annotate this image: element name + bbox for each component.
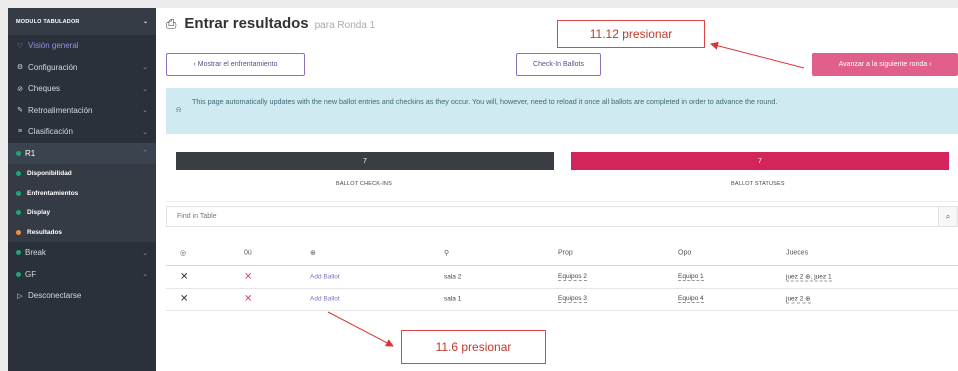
sidebar-item-label: Cheques	[28, 84, 61, 94]
info-alert-text: This page automatically updates with the…	[192, 97, 778, 106]
status-dot	[16, 250, 21, 256]
results-table: ◎ 0ü ⊕ ⚲ Prop Opo Jueces ✕ ✕ Add Ballot …	[166, 240, 958, 311]
table-row: ✕ ✕ Add Ballot sala 2 Equipos 2 Equipo 1…	[166, 266, 958, 289]
status-dot	[16, 210, 21, 216]
gear-icon: ⚙	[16, 64, 24, 72]
advance-round-button[interactable]: Avanzar a la siguiente ronda ›	[812, 53, 958, 76]
page-title-text: Entrar resultados	[184, 15, 309, 32]
app-frame: MODULO TABULADOR ⌄ ♡ Visión general ⚙ Conf…	[8, 8, 958, 371]
table-search[interactable]: Find in Table ⌕	[166, 206, 958, 227]
info-alert: ⍾ This page automatically updates with t…	[166, 88, 958, 134]
search-icon[interactable]: ⌕	[938, 207, 957, 226]
page-title: ⎙ Entrar resultados para Ronda 1	[166, 15, 375, 32]
main-content: ⎙ Entrar resultados para Ronda 1 ‹ Mostr…	[156, 8, 958, 371]
prop-team-cell[interactable]: Equipos 3	[558, 295, 587, 304]
status-dot	[16, 190, 21, 196]
opp-team-cell[interactable]: Equipo 1	[678, 273, 704, 281]
column-header-judges[interactable]: Jueces	[786, 249, 808, 256]
judges-cell[interactable]: juez 2 ⊕, juez 1	[786, 272, 832, 282]
sidebar-item-label: R1	[25, 148, 36, 158]
sidebar-item-break[interactable]: Break ⌄	[8, 242, 156, 264]
column-header[interactable]: 0ü	[244, 249, 252, 256]
search-input[interactable]: Find in Table	[177, 213, 217, 220]
chevron-down-icon: ⌄	[142, 107, 148, 115]
close-icon[interactable]: ✕	[180, 271, 188, 282]
add-ballot-link[interactable]: Add Ballot	[310, 296, 340, 303]
ballot-checkins-bar: 7	[176, 152, 554, 170]
annotation-note-top: 11.12 presionar	[557, 20, 705, 48]
judges-cell[interactable]: juez 2 ⊕	[786, 295, 811, 304]
sidebar-item-label: Visión general	[28, 41, 79, 51]
ranking-icon: ≡	[17, 128, 23, 136]
status-dot	[16, 171, 21, 177]
sidebar-item-feedback[interactable]: ✎ Retroalimentación ⌄	[8, 100, 156, 122]
sidebar-subitem-pairings[interactable]: Enfrentamientos	[8, 183, 156, 203]
close-icon[interactable]: ✕	[244, 271, 252, 282]
show-pairing-button[interactable]: ‹ Mostrar el enfrentamiento	[166, 53, 305, 76]
location-icon[interactable]: ⚲	[444, 249, 449, 257]
check-in-ballots-button[interactable]: Check-In Ballots	[516, 53, 601, 76]
chevron-down-icon: ⌄	[142, 85, 148, 93]
annotation-note-bottom: 11.6 presionar	[401, 330, 546, 364]
close-icon[interactable]: ✕	[180, 294, 188, 305]
ballot-checkins-label: BALLOT CHECK-INS	[336, 181, 392, 187]
logout-icon: ▷	[17, 292, 23, 300]
column-header-prop[interactable]: Prop	[558, 249, 573, 256]
sidebar-item-overview[interactable]: ♡ Visión general	[8, 35, 156, 57]
add-ballot-link[interactable]: Add Ballot	[310, 273, 340, 280]
comment-icon: ✎	[17, 107, 23, 115]
target-icon[interactable]: ◎	[180, 249, 186, 257]
inbox-icon: ⎙	[166, 16, 177, 31]
sidebar-item-checks[interactable]: ⊘ Cheques ⌄	[8, 78, 156, 100]
sidebar-item-r1[interactable]: R1 ⌃	[8, 142, 156, 164]
ballot-statuses-bar: 7	[571, 152, 949, 170]
sidebar-header[interactable]: MODULO TABULADOR ⌄	[8, 8, 156, 35]
sidebar-item-gf[interactable]: GF ⌄	[8, 264, 156, 286]
table-header-row: ◎ 0ü ⊕ ⚲ Prop Opo Jueces	[166, 240, 958, 266]
sidebar-subitem-label: Disponibilidad	[27, 170, 72, 178]
sidebar-subitem-label: Resultados	[27, 228, 63, 236]
sidebar-subitem-results[interactable]: Resultados	[8, 222, 156, 242]
sidebar-item-label: GF	[25, 269, 37, 279]
opp-team-cell[interactable]: Equipo 4	[678, 295, 704, 304]
chevron-down-icon: ⌄	[142, 128, 148, 136]
close-icon[interactable]: ✕	[244, 294, 252, 305]
sidebar: MODULO TABULADOR ⌄ ♡ Visión general ⚙ Conf…	[8, 8, 156, 371]
table-row: ✕ ✕ Add Ballot sala 1 Equipos 3 Equipo 4…	[166, 289, 958, 311]
sidebar-item-logout[interactable]: ▷ Desconectarse	[8, 285, 156, 307]
sidebar-subitem-availability[interactable]: Disponibilidad	[8, 164, 156, 184]
round-status-dot	[16, 150, 21, 156]
status-dot	[16, 271, 21, 277]
page-subtitle: para Ronda 1	[314, 20, 376, 31]
sidebar-subitem-display[interactable]: Display	[8, 203, 156, 223]
chevron-up-icon: ⌃	[142, 150, 148, 158]
room-cell: sala 1	[444, 295, 462, 303]
chevron-down-icon: ⌄	[142, 249, 148, 257]
sidebar-item-ranking[interactable]: ≡ Clasificación ⌄	[8, 121, 156, 143]
check-icon: ⊘	[17, 85, 23, 93]
prop-team-cell[interactable]: Equipos 2	[558, 273, 587, 281]
heart-icon: ♡	[16, 42, 24, 50]
sidebar-item-label: Configuración	[28, 62, 78, 72]
status-dot	[16, 229, 21, 235]
sidebar-item-configuration[interactable]: ⚙ Configuración ⌄	[8, 57, 156, 79]
module-title: MODULO TABULADOR	[16, 18, 80, 25]
sidebar-item-label: Retroalimentación	[28, 105, 93, 115]
chevron-down-icon: ⌄	[142, 64, 148, 72]
ballot-stats: 7 BALLOT CHECK-INS 7 BALLOT STATUSES	[166, 144, 958, 202]
sidebar-item-label: Desconectarse	[28, 291, 82, 301]
plus-circle-icon[interactable]: ⊕	[310, 249, 316, 257]
bell-icon: ⍾	[176, 105, 182, 114]
sidebar-subitem-label: Display	[27, 209, 51, 217]
room-cell: sala 2	[444, 273, 462, 281]
sidebar-subitem-label: Enfrentamientos	[27, 189, 79, 197]
chevron-down-icon: ⌄	[142, 271, 148, 279]
sidebar-item-label: Clasificación	[28, 127, 73, 137]
sidebar-item-label: Break	[25, 248, 46, 258]
chevron-down-icon: ⌄	[143, 18, 148, 25]
ballot-statuses-label: BALLOT STATUSES	[731, 181, 785, 187]
column-header-opp[interactable]: Opo	[678, 249, 691, 256]
